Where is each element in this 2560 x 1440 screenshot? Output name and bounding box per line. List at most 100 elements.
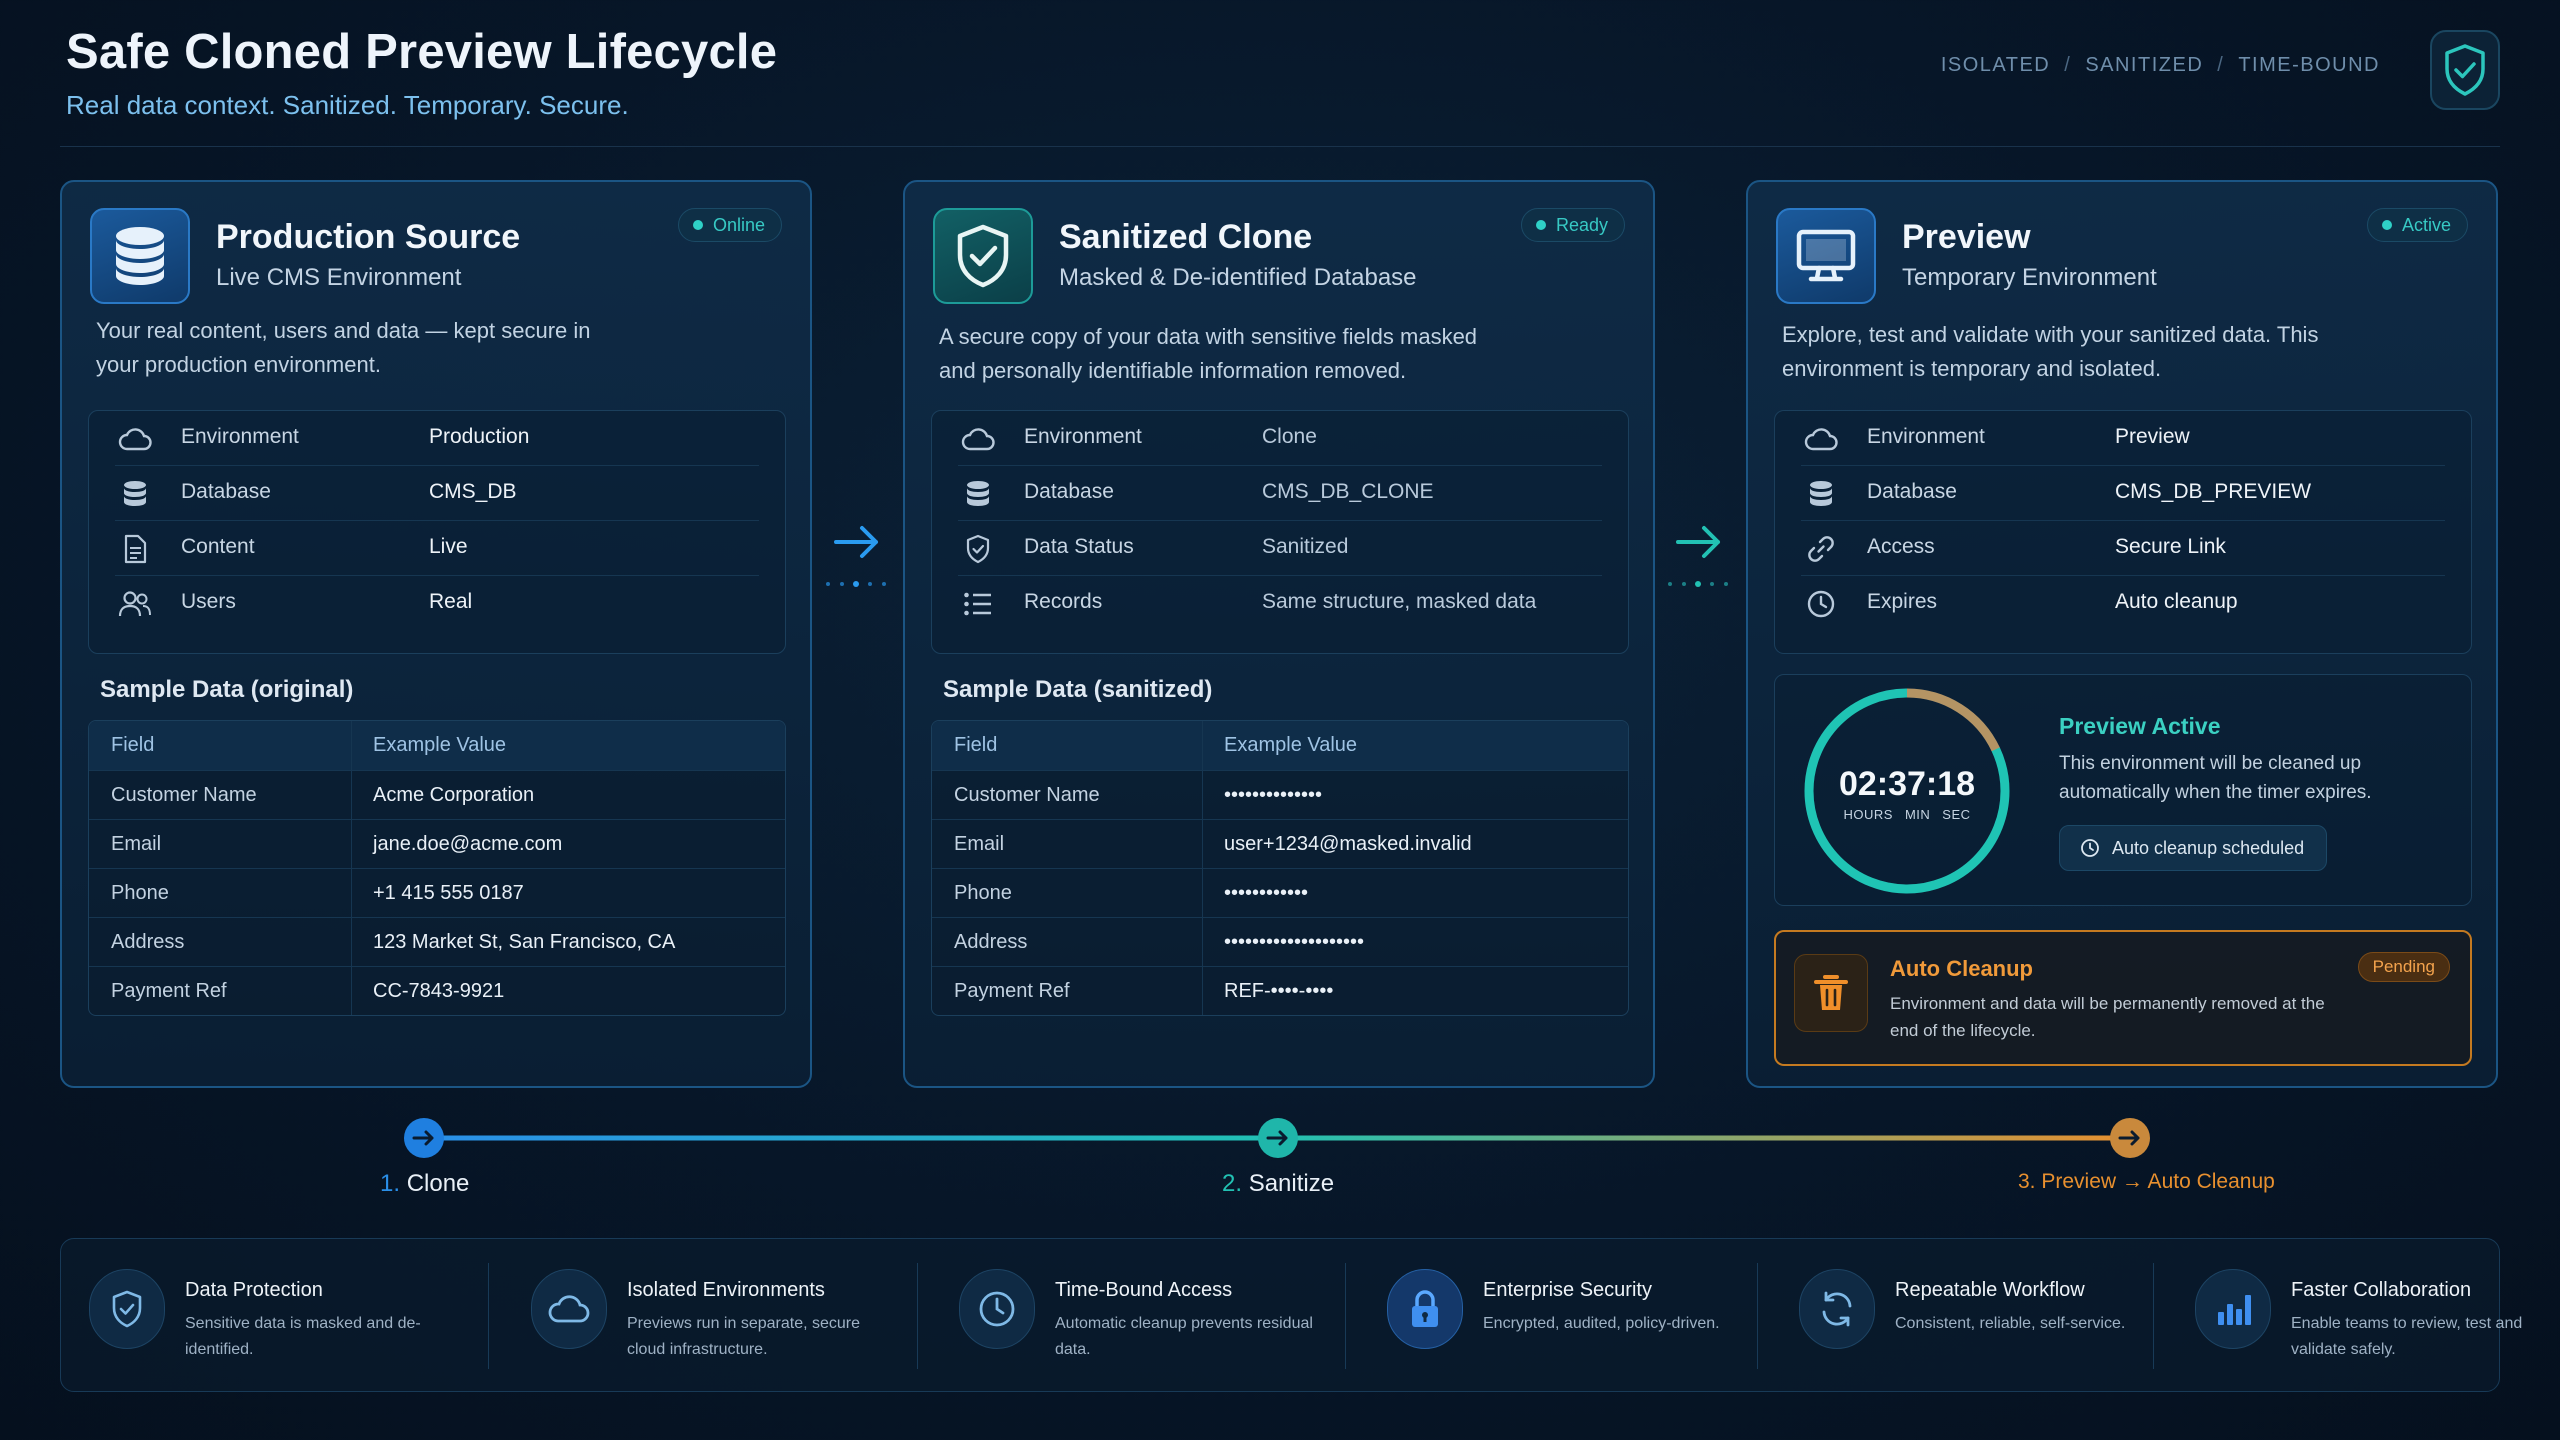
step-label: Clone <box>406 1170 470 1197</box>
card-subtitle: Temporary Environment <box>1902 264 2157 291</box>
feature-title: Enterprise Security <box>1483 1279 1652 1301</box>
table-cell: Payment Ref <box>111 980 227 1002</box>
info-row-data-status: Data Status Sanitized <box>932 521 1628 576</box>
table-row: Email jane.doe@acme.com <box>89 819 785 868</box>
tag-separator: / <box>2217 54 2225 76</box>
preview-active-title: Preview Active <box>2059 713 2221 739</box>
unit-hours: HOURS <box>1843 807 1893 822</box>
unit-min: MIN <box>1904 807 1931 822</box>
card-description: A secure copy of your data with sensitiv… <box>939 324 1478 383</box>
header-tags: ISOLATED / SANITIZED / TIME-BOUND <box>1941 54 2380 77</box>
shield-check-icon <box>2430 30 2500 110</box>
feature-description: Sensitive data is masked and de-identifi… <box>185 1315 421 1358</box>
card-description: Explore, test and validate with your san… <box>1782 322 2319 381</box>
list-icon <box>960 586 996 622</box>
database-icon <box>90 208 190 304</box>
feature-description: Automatic cleanup prevents residual data… <box>1055 1315 1313 1358</box>
table-row: Phone •••••••••••• <box>932 868 1628 917</box>
info-value: Same structure, masked data <box>1262 590 1537 613</box>
feature-title: Data Protection <box>185 1279 323 1301</box>
tag-isolated: ISOLATED <box>1940 54 2051 76</box>
column-header: Field <box>954 734 998 756</box>
info-box: Environment Production Database CMS_DB C… <box>88 410 786 654</box>
step-label: Sanitize <box>1248 1170 1335 1197</box>
tag-sanitized: SANITIZED <box>2085 54 2204 76</box>
step-2-node <box>1258 1118 1298 1158</box>
database-icon <box>1803 476 1839 512</box>
step-number: 3. <box>2018 1170 2036 1193</box>
info-row-database: Database CMS_DB_CLONE <box>932 466 1628 521</box>
header-divider <box>60 146 2500 147</box>
info-value: CMS_DB_PREVIEW <box>2115 480 2312 503</box>
table-cell: Email <box>954 833 1005 855</box>
users-icon <box>117 586 153 622</box>
table-header-row: Field Example Value <box>89 721 785 770</box>
info-row-environment: Environment Production <box>89 411 785 466</box>
auto-cleanup-panel: Auto Cleanup Environment and data will b… <box>1774 930 2472 1066</box>
status-dot <box>692 220 703 230</box>
info-label: Records <box>1024 590 1103 613</box>
table-cell: Address <box>954 931 1028 953</box>
info-row-access: Access Secure Link <box>1775 521 2471 576</box>
table-header-row: Field Example Value <box>932 721 1628 770</box>
info-box: Environment Preview Database CMS_DB_PREV… <box>1774 410 2472 654</box>
feature-title: Repeatable Workflow <box>1895 1279 2085 1301</box>
pending-badge: Pending <box>2357 952 2450 982</box>
info-row-environment: Environment Clone <box>932 411 1628 466</box>
bar-chart-icon <box>2195 1269 2271 1349</box>
table-cell: jane.doe@acme.com <box>373 833 563 855</box>
table-cell: Payment Ref <box>954 980 1070 1002</box>
clock-icon <box>2080 838 2100 858</box>
info-value: Live <box>429 535 468 558</box>
step-2-label: 2. Sanitize <box>1222 1170 1334 1198</box>
info-value: Clone <box>1262 425 1317 448</box>
sample-data-title: Sample Data (original) <box>100 676 354 703</box>
table-cell: CC-7843-9921 <box>373 980 505 1002</box>
table-cell: +1 415 555 0187 <box>373 882 524 904</box>
step-3-node <box>2110 1118 2150 1158</box>
preview-card: Preview Temporary Environment Active Exp… <box>1746 180 2498 1088</box>
step-number: 1. <box>380 1170 401 1197</box>
tag-separator: / <box>2064 54 2072 76</box>
step-1-node <box>404 1118 444 1158</box>
table-row: Customer Name •••••••••••••• <box>932 770 1628 819</box>
info-label: Environment <box>181 425 299 448</box>
trash-icon <box>1794 954 1868 1032</box>
info-row-database: Database CMS_DB_PREVIEW <box>1775 466 2471 521</box>
feature-faster-collaboration: Faster Collaboration Enable teams to rev… <box>2167 1239 2560 1393</box>
info-label: Users <box>181 590 236 613</box>
card-description: Your real content, users and data — kept… <box>96 318 591 377</box>
table-row: Address 123 Market St, San Francisco, CA <box>89 917 785 966</box>
database-icon <box>960 476 996 512</box>
info-value: CMS_DB <box>429 480 517 503</box>
table-cell: Phone <box>111 882 169 904</box>
refresh-icon <box>1799 1269 1875 1349</box>
shield-icon <box>960 531 996 567</box>
feature-repeatable-workflow: Repeatable Workflow Consistent, reliable… <box>1771 1239 2171 1393</box>
cloud-icon <box>960 421 996 457</box>
countdown-units: HOURS MIN SEC <box>1799 807 2015 822</box>
column-header: Example Value <box>373 734 507 756</box>
timer-panel: 02:37:18 HOURS MIN SEC Preview Active This… <box>1774 674 2472 906</box>
status-dot <box>1535 220 1546 230</box>
table-row: Address •••••••••••••••••••• <box>932 917 1628 966</box>
card-subtitle: Masked & De-identified Database <box>1059 264 1417 291</box>
table-row: Phone +1 415 555 0187 <box>89 868 785 917</box>
info-label: Expires <box>1867 590 1938 613</box>
info-value: Preview <box>2115 425 2190 448</box>
sample-data-table: Field Example Value Customer Name ••••••••… <box>931 720 1629 1016</box>
feature-title: Isolated Environments <box>627 1279 825 1301</box>
table-row: Email user+1234@masked.invalid <box>932 819 1628 868</box>
sanitized-clone-card: Sanitized Clone Masked & De-identified D… <box>903 180 1655 1088</box>
flow-arrow-icon <box>822 516 894 596</box>
timeline-track <box>404 1118 2150 1158</box>
info-value: Sanitized <box>1262 535 1349 558</box>
table-row: Payment Ref REF-••••-•••• <box>932 966 1628 1015</box>
info-value: CMS_DB_CLONE <box>1262 480 1434 503</box>
lifecycle-timeline: 1. Clone 2. Sanitize 3. Preview → Auto C… <box>0 1108 2560 1208</box>
auto-cleanup-chip[interactable]: Auto cleanup scheduled <box>2059 825 2328 871</box>
table-cell: Address <box>111 931 185 953</box>
monitor-icon <box>1776 208 1876 304</box>
feature-enterprise-security: Enterprise Security Encrypted, audited, … <box>1359 1239 1759 1393</box>
info-row-users: Users Real <box>89 576 785 631</box>
